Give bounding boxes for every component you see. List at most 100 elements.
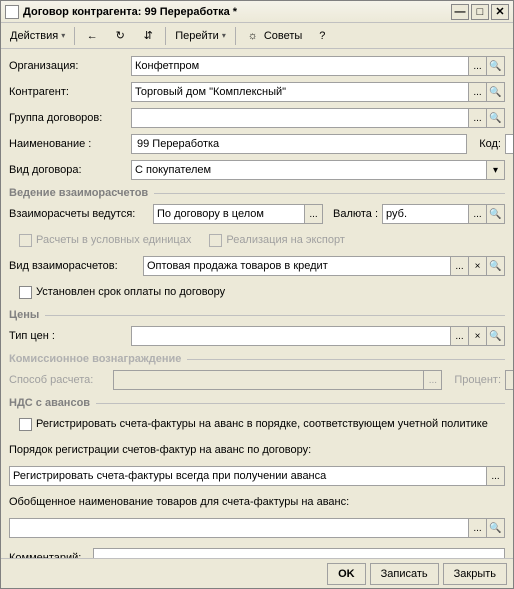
price-type-clear-button[interactable]: × — [469, 326, 487, 346]
export-label: Реализация на экспорт — [226, 234, 345, 246]
reg-order-value: Регистрировать счета-фактуры всегда при … — [13, 470, 326, 482]
org-more-button[interactable]: ... — [469, 56, 487, 76]
gen-name-more-button[interactable]: ... — [469, 518, 487, 538]
section-prices-title: Цены — [9, 309, 505, 321]
code-input[interactable] — [505, 134, 513, 154]
org-input[interactable]: Конфетпром — [131, 56, 469, 76]
footer: OK Записать Закрыть — [1, 558, 513, 588]
divider — [96, 403, 505, 404]
settle-kind-lookup-button[interactable]: 🔍 — [487, 256, 505, 276]
section-commission-text: Комиссионное вознаграждение — [9, 353, 181, 365]
reg-order-more-button[interactable]: ... — [487, 466, 505, 486]
lookup-icon: 🔍 — [489, 87, 501, 98]
minimize-button[interactable]: — — [451, 4, 469, 20]
lookup-icon: 🔍 — [489, 523, 501, 534]
close-form-button[interactable]: Закрыть — [443, 563, 507, 585]
currency-input[interactable]: руб. — [382, 204, 469, 224]
section-vat-text: НДС с авансов — [9, 397, 90, 409]
refresh-button[interactable]: ↻ — [107, 26, 133, 46]
contract-group-input[interactable] — [131, 108, 469, 128]
contract-group-label: Группа договоров: — [9, 112, 127, 124]
more-icon: ... — [473, 209, 481, 220]
divider — [187, 359, 505, 360]
code-field[interactable] — [509, 137, 513, 151]
currency-lookup-button[interactable]: 🔍 — [487, 204, 505, 224]
comment-field[interactable] — [97, 551, 501, 558]
currency-more-button[interactable]: ... — [469, 204, 487, 224]
refresh-icon: ↻ — [112, 28, 128, 44]
org-label: Организация: — [9, 60, 127, 72]
contract-group-lookup-button[interactable]: 🔍 — [487, 108, 505, 128]
window-title: Договор контрагента: 99 Переработка * — [23, 6, 449, 18]
maximize-button[interactable]: □ — [471, 4, 489, 20]
contract-type-select[interactable]: С покупателем — [131, 160, 487, 180]
settle-kind-input[interactable]: Оптовая продажа товаров в кредит — [143, 256, 451, 276]
advice-button[interactable]: ☼ Советы — [240, 26, 307, 46]
price-type-lookup-button[interactable]: 🔍 — [487, 326, 505, 346]
window: Договор контрагента: 99 Переработка * — … — [0, 0, 514, 589]
divider — [154, 193, 505, 194]
more-icon: ... — [473, 113, 481, 124]
lookup-icon: 🔍 — [489, 61, 501, 72]
percent-input: 0,00 — [505, 370, 513, 390]
section-commission-title: Комиссионное вознаграждение — [9, 353, 505, 365]
more-icon: ... — [473, 61, 481, 72]
clear-icon: × — [475, 261, 481, 272]
goto-menu[interactable]: Перейти ▾ — [170, 26, 231, 46]
form-content: Организация: Конфетпром ... 🔍 Контрагент… — [1, 49, 513, 558]
reg-order-input[interactable]: Регистрировать счета-фактуры всегда при … — [9, 466, 487, 486]
payment-due-checkbox[interactable]: Установлен срок оплаты по договору — [19, 286, 225, 299]
contract-group-more-button[interactable]: ... — [469, 108, 487, 128]
separator — [165, 27, 166, 45]
section-vat-title: НДС с авансов — [9, 397, 505, 409]
more-icon: ... — [491, 471, 499, 482]
price-type-label: Тип цен : — [9, 330, 127, 342]
save-button[interactable]: Записать — [370, 563, 439, 585]
settle-kind-clear-button[interactable]: × — [469, 256, 487, 276]
price-type-more-button[interactable]: ... — [451, 326, 469, 346]
back-button[interactable]: ← — [79, 26, 105, 46]
contragent-lookup-button[interactable]: 🔍 — [487, 82, 505, 102]
chevron-down-icon: ▾ — [222, 31, 226, 40]
structure-button[interactable]: ⇵ — [135, 26, 161, 46]
arrow-left-icon: ← — [84, 28, 100, 44]
lookup-icon: 🔍 — [489, 331, 501, 342]
calc-method-input — [113, 370, 424, 390]
help-icon: ? — [314, 28, 330, 44]
clear-icon: × — [475, 331, 481, 342]
gen-name-lookup-button[interactable]: 🔍 — [487, 518, 505, 538]
name-input[interactable] — [131, 134, 467, 154]
close-label: Закрыть — [454, 568, 496, 580]
actions-menu[interactable]: Действия ▾ — [5, 26, 70, 46]
price-type-input[interactable] — [131, 326, 451, 346]
help-button[interactable]: ? — [309, 26, 335, 46]
chevron-down-icon: ▾ — [493, 165, 498, 176]
more-icon: ... — [455, 331, 463, 342]
reg-invoice-checkbox[interactable]: Регистрировать счета-фактуры на аванс в … — [19, 418, 488, 431]
tree-icon: ⇵ — [140, 28, 156, 44]
lightbulb-icon: ☼ — [245, 28, 261, 44]
settle-mode-more-button[interactable]: ... — [305, 204, 323, 224]
contragent-input[interactable]: Торговый дом "Комплексный" — [131, 82, 469, 102]
reg-order-label: Порядок регистрации счетов-фактур на ава… — [9, 444, 311, 456]
contragent-more-button[interactable]: ... — [469, 82, 487, 102]
more-icon: ... — [473, 523, 481, 534]
comment-input[interactable] — [93, 548, 505, 558]
contragent-label: Контрагент: — [9, 86, 127, 98]
settle-kind-more-button[interactable]: ... — [451, 256, 469, 276]
settle-mode-select[interactable]: По договору в целом — [153, 204, 305, 224]
section-prices-text: Цены — [9, 309, 39, 321]
more-icon: ... — [429, 375, 437, 386]
contract-type-dropdown-button[interactable]: ▾ — [487, 160, 505, 180]
ok-label: OK — [338, 568, 355, 580]
divider — [45, 315, 505, 316]
settle-mode-value: По договору в целом — [157, 208, 264, 220]
close-button[interactable]: ✕ — [491, 4, 509, 20]
currency-value: руб. — [386, 208, 407, 220]
org-lookup-button[interactable]: 🔍 — [487, 56, 505, 76]
name-field[interactable] — [135, 137, 463, 151]
gen-name-input[interactable] — [9, 518, 469, 538]
ok-button[interactable]: OK — [327, 563, 366, 585]
conditional-units-label: Расчеты в условных единицах — [36, 234, 191, 246]
chevron-down-icon: ▾ — [61, 31, 65, 40]
